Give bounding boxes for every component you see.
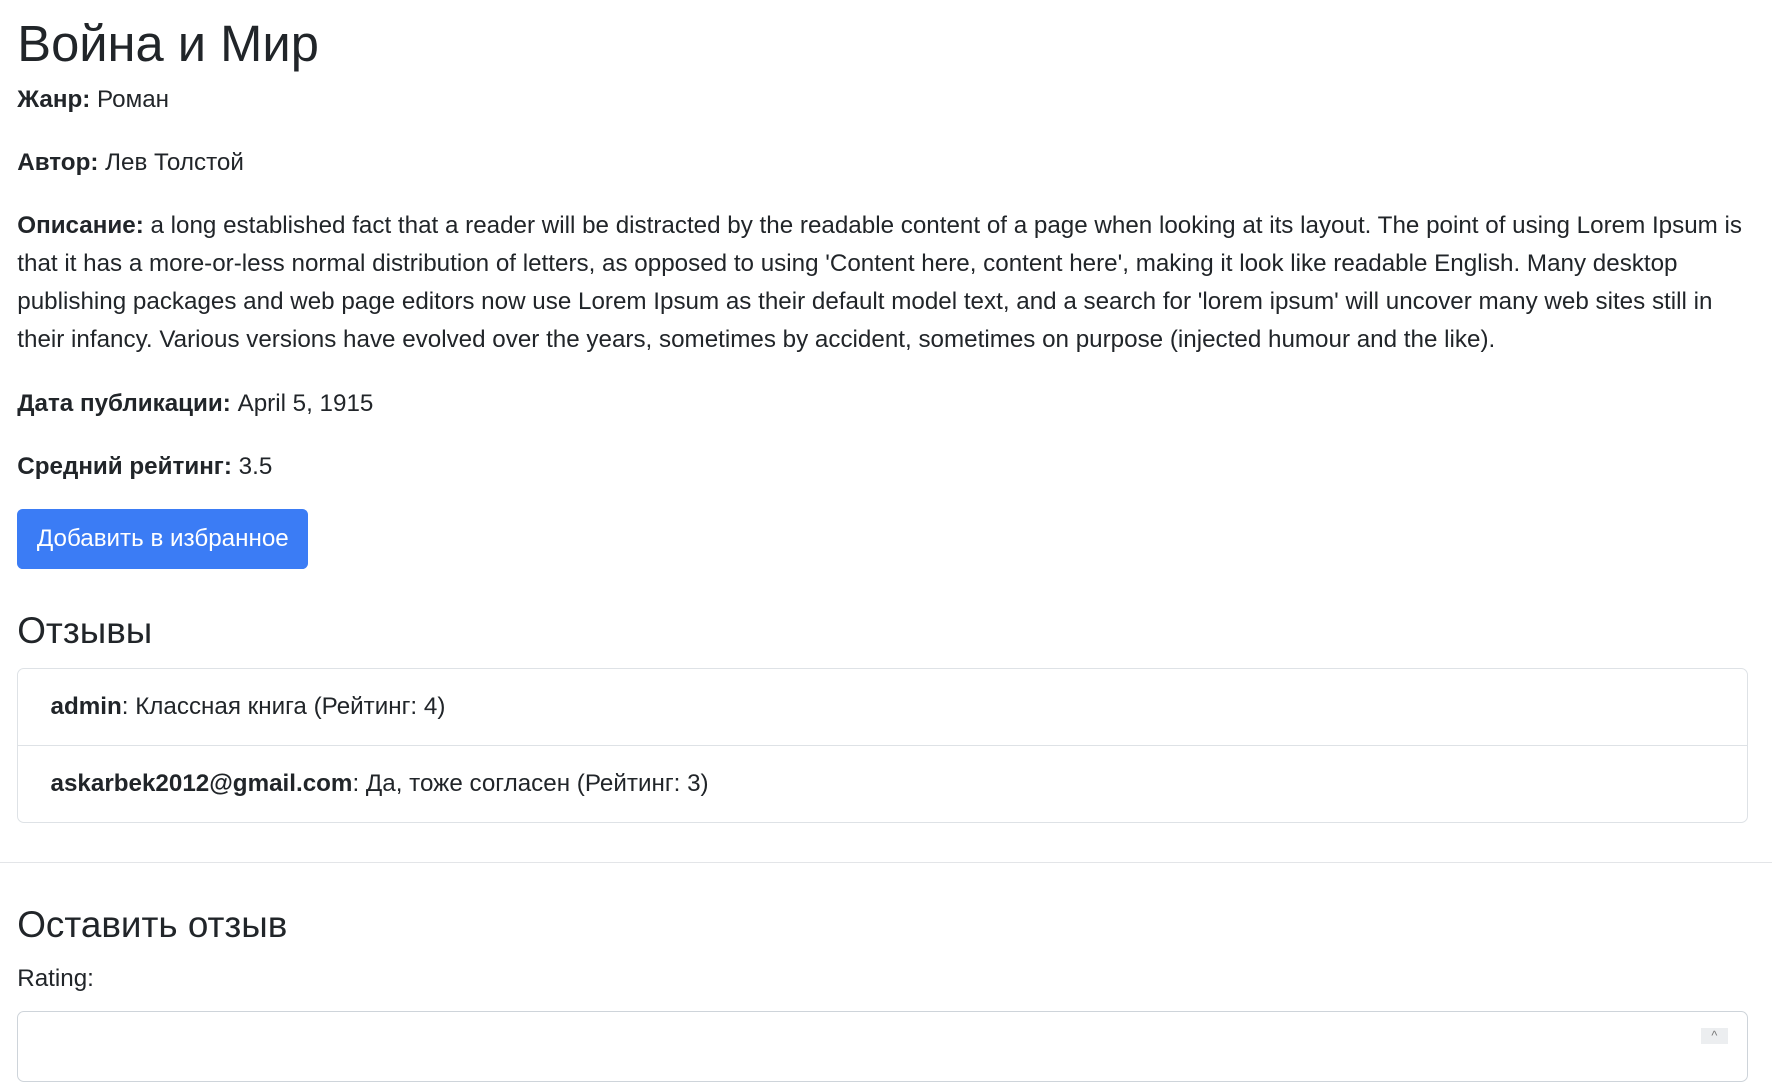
description-label: Описание: <box>17 212 144 240</box>
review-user: askarbek2012@gmail.com <box>50 770 353 798</box>
rating-input[interactable]: ^ <box>17 1010 1748 1082</box>
genre-label: Жанр: <box>17 85 91 113</box>
page-title: Война и Мир <box>17 14 319 72</box>
date-value: April 5, 1915 <box>237 389 374 417</box>
description-row: Описание: a long established fact that a… <box>17 207 1747 359</box>
list-item: admin: Классная книга (Рейтинг: 4) <box>18 669 1746 745</box>
add-to-favorites-button[interactable]: Добавить в избранное <box>17 509 309 570</box>
rating-value: 3.5 <box>238 453 273 481</box>
author-row: Автор: Лев Толстой <box>17 144 1747 182</box>
rating-field-label: Rating: <box>17 965 94 993</box>
rating-label: Средний рейтинг: <box>17 453 232 481</box>
list-item: askarbek2012@gmail.com: Да, тоже согласе… <box>18 745 1747 822</box>
review-user: admin <box>50 693 122 721</box>
reviews-heading: Отзывы <box>17 610 153 652</box>
review-form: Оставить отзыв Rating: ^ <box>0 902 1765 1082</box>
author-label: Автор: <box>17 148 99 176</box>
book-detail: Война и Мир Жанр: Роман Автор: Лев Толст… <box>0 0 1765 824</box>
genre-row: Жанр: Роман <box>17 81 1747 119</box>
rating-row: Средний рейтинг: 3.5 <box>17 448 1747 486</box>
page: Война и Мир Жанр: Роман Автор: Лев Толст… <box>0 0 1780 1082</box>
divider <box>0 862 1772 864</box>
review-text: : Да, тоже согласен (Рейтинг: 3) <box>352 770 709 798</box>
description-value: a long established fact that a reader wi… <box>17 212 1743 354</box>
author-value: Лев Толстой <box>105 148 244 176</box>
reviews-list: admin: Классная книга (Рейтинг: 4) askar… <box>17 668 1748 824</box>
review-text: : Классная книга (Рейтинг: 4) <box>121 693 446 721</box>
review-form-heading: Оставить отзыв <box>17 904 288 946</box>
spinner-up-icon[interactable]: ^ <box>1700 1027 1729 1044</box>
date-label: Дата публикации: <box>17 389 231 417</box>
date-row: Дата публикации: April 5, 1915 <box>17 385 1747 423</box>
genre-value: Роман <box>97 85 170 113</box>
